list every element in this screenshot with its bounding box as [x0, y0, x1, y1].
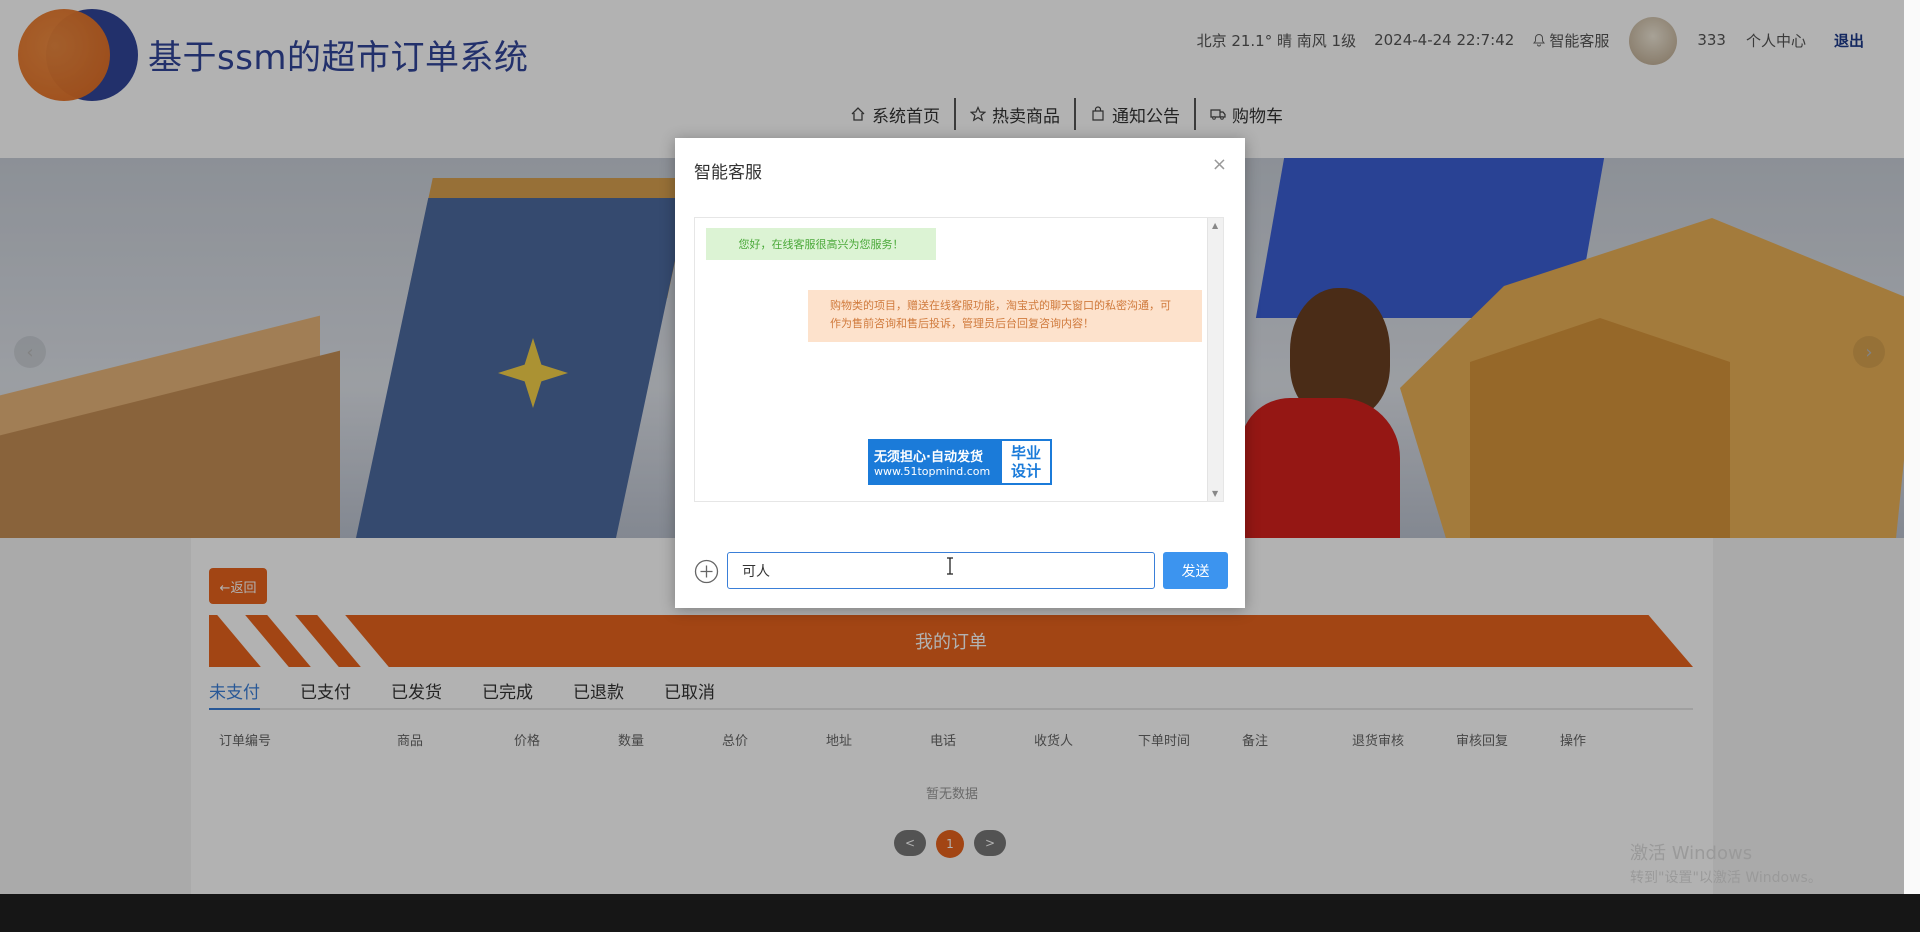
chat-history[interactable]: 您好，在线客服很高兴为您服务！ 购物类的项目，赠送在线客服功能，淘宝式的聊天窗口… [694, 217, 1224, 502]
scroll-down-icon[interactable]: ▼ [1212, 489, 1218, 498]
taskbar [0, 894, 1920, 932]
promo-line: 无须担心·自动发货 [874, 450, 983, 465]
watermark-line: 转到"设置"以激活 Windows。 [1630, 870, 1822, 886]
scroll-up-icon[interactable]: ▲ [1212, 221, 1218, 230]
chat-message-input[interactable] [727, 552, 1155, 589]
promo-url: www.51topmind.com [874, 465, 991, 478]
watermark-line: 激活 Windows [1630, 843, 1753, 864]
chat-message-service: 您好，在线客服很高兴为您服务！ [706, 228, 936, 260]
chat-input-row: 发送 [694, 551, 1228, 591]
text-cursor-icon [947, 557, 953, 575]
promo-badge: 无须担心·自动发货 www.51topmind.com 毕业 设计 [868, 439, 1052, 485]
chat-dialog: 智能客服 × 您好，在线客服很高兴为您服务！ 购物类的项目，赠送在线客服功能，淘… [675, 138, 1245, 608]
dialog-title: 智能客服 [694, 163, 762, 183]
send-button[interactable]: 发送 [1163, 552, 1228, 589]
chat-message-info: 购物类的项目，赠送在线客服功能，淘宝式的聊天窗口的私密沟通，可作为售前咨询和售后… [808, 290, 1202, 342]
activation-watermark: 激活 Windows 转到"设置"以激活 Windows。 [1630, 842, 1822, 890]
chat-scrollbar[interactable]: ▲ ▼ [1207, 218, 1223, 501]
promo-side: 设计 [1010, 462, 1041, 480]
close-icon[interactable]: × [1212, 154, 1227, 175]
page-scrollbar[interactable] [1904, 0, 1920, 894]
promo-side: 毕业 [1010, 444, 1041, 462]
add-attachment-icon[interactable] [694, 559, 719, 584]
